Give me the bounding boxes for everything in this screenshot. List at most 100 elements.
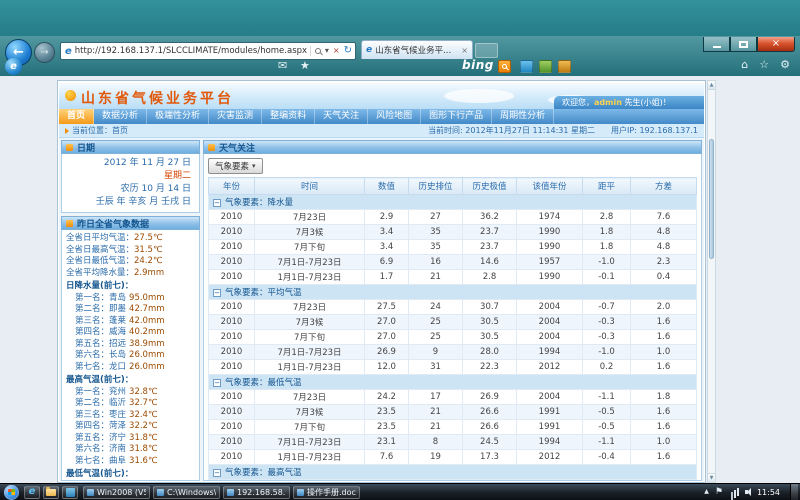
table-row[interactable]: 20107月23日27.52430.72004-0.72.0 bbox=[209, 300, 697, 315]
ganzhi-line: 壬辰 年 辛亥 月 壬戌 日 bbox=[70, 196, 191, 209]
taskbar-window-button[interactable]: 操作手册.docx -... bbox=[293, 486, 360, 499]
collapse-icon[interactable]: − bbox=[213, 199, 221, 207]
table-row[interactable]: 20107月23日31.52936.31955,1951-0.32.5 bbox=[209, 480, 697, 482]
rank-value: 95.0mm bbox=[129, 293, 165, 303]
home-button[interactable]: ⌂ bbox=[741, 59, 748, 70]
action-center-icon[interactable]: ⚑ bbox=[715, 488, 723, 497]
taskbar-clock[interactable]: 11:54 bbox=[757, 488, 780, 497]
column-header[interactable]: 年份 bbox=[209, 178, 255, 195]
summary-value: 27.5℃ bbox=[134, 233, 162, 243]
rank-label: 第四名： bbox=[75, 421, 109, 431]
column-header[interactable]: 数值 bbox=[365, 178, 409, 195]
mail-icon[interactable]: ✉ bbox=[278, 60, 287, 71]
table-row[interactable]: 20107月下旬23.52126.61991-0.51.6 bbox=[209, 420, 697, 435]
toolbar-app-icon-2[interactable] bbox=[539, 60, 552, 73]
toolbar-logo-button[interactable]: e bbox=[5, 58, 22, 75]
column-header[interactable]: 历史极值 bbox=[463, 178, 517, 195]
table-row[interactable]: 20107月3候3.43523.719901.84.8 bbox=[209, 225, 697, 240]
table-cell: 2010 bbox=[209, 480, 255, 482]
cloud-decoration bbox=[444, 89, 514, 103]
minimize-button[interactable] bbox=[703, 37, 730, 52]
stop-button[interactable]: × bbox=[333, 47, 340, 55]
table-row[interactable]: 20107月23日24.21726.92004-1.11.8 bbox=[209, 390, 697, 405]
tab-close-button[interactable]: × bbox=[461, 46, 468, 55]
nav-item[interactable]: 灾害监测 bbox=[209, 109, 262, 124]
close-icon: × bbox=[772, 39, 780, 49]
tab-favicon: e bbox=[366, 45, 372, 55]
forward-button[interactable]: → bbox=[34, 42, 55, 63]
page-scrollbar[interactable]: ▲ ▼ bbox=[707, 80, 716, 483]
scrollbar-thumb[interactable] bbox=[709, 139, 714, 259]
table-cell: 21 bbox=[409, 270, 463, 285]
table-row[interactable]: 20107月下旬27.02530.52004-0.31.6 bbox=[209, 330, 697, 345]
nav-item[interactable]: 周期性分析 bbox=[492, 109, 554, 124]
nav-item[interactable]: 首页 bbox=[59, 109, 94, 124]
rank-value: 31.8℃ bbox=[129, 444, 157, 454]
table-cell: -0.3 bbox=[583, 480, 631, 482]
collapse-icon[interactable]: − bbox=[213, 379, 221, 387]
speaker-icon[interactable] bbox=[745, 490, 748, 494]
table-section-row[interactable]: −气象要素：最低气温 bbox=[209, 375, 697, 390]
search-icon[interactable] bbox=[315, 48, 321, 54]
nav-item[interactable]: 天气关注 bbox=[315, 109, 368, 124]
table-row[interactable]: 20107月1日-7月23日26.9928.01994-1.01.0 bbox=[209, 345, 697, 360]
collapse-icon[interactable]: − bbox=[213, 289, 221, 297]
column-header[interactable]: 时间 bbox=[255, 178, 365, 195]
table-row[interactable]: 20107月下旬3.43523.719901.84.8 bbox=[209, 240, 697, 255]
toolbar-app-icon-1[interactable] bbox=[520, 60, 533, 73]
table-row[interactable]: 20101月1日-7月23日1.7212.81990-0.10.4 bbox=[209, 270, 697, 285]
nav-item[interactable]: 极端性分析 bbox=[147, 109, 209, 124]
element-filter-button[interactable]: 气象要素 ▾ bbox=[208, 158, 263, 174]
column-header[interactable]: 该值年份 bbox=[517, 178, 583, 195]
close-button[interactable]: × bbox=[757, 37, 795, 52]
ie-taskbar-button[interactable]: e bbox=[24, 486, 40, 499]
address-bar[interactable]: e http://192.168.137.1/SLCCLIMATE/module… bbox=[60, 42, 356, 60]
table-row[interactable]: 20101月1日-7月23日7.61917.32012-0.41.6 bbox=[209, 450, 697, 465]
nav-item[interactable]: 整编资料 bbox=[262, 109, 315, 124]
scroll-down-button[interactable]: ▼ bbox=[708, 473, 715, 482]
table-row[interactable]: 20107月23日2.92736.219742.87.6 bbox=[209, 210, 697, 225]
address-dropdown-caret[interactable]: ▾ bbox=[325, 47, 329, 55]
favorites-toolbar-icon[interactable]: ★ bbox=[300, 60, 310, 71]
date-panel-header: 日期 bbox=[61, 140, 200, 154]
tray-expand-button[interactable]: ▲ bbox=[704, 489, 709, 495]
taskbar-window-button[interactable]: Win2008 (V52... bbox=[83, 486, 150, 499]
new-tab-button[interactable] bbox=[475, 43, 498, 58]
table-section-row[interactable]: −气象要素：降水量 bbox=[209, 195, 697, 210]
table-cell: 7月23日 bbox=[255, 390, 365, 405]
nav-item[interactable]: 数据分析 bbox=[94, 109, 147, 124]
app-taskbar-button[interactable] bbox=[62, 486, 78, 499]
collapse-icon[interactable]: − bbox=[213, 469, 221, 477]
browser-tab[interactable]: e 山东省气候业务平... × bbox=[361, 40, 473, 59]
column-header[interactable]: 距平 bbox=[583, 178, 631, 195]
scroll-up-button[interactable]: ▲ bbox=[708, 81, 715, 90]
table-row[interactable]: 20107月3候23.52126.61991-0.51.6 bbox=[209, 405, 697, 420]
page-title: 山东省气候业务平台 bbox=[81, 88, 234, 108]
table-row[interactable]: 20107月3候27.02530.52004-0.31.6 bbox=[209, 315, 697, 330]
favorites-button[interactable]: ☆ bbox=[759, 59, 769, 70]
column-header[interactable]: 方差 bbox=[631, 178, 697, 195]
table-cell: 7月下旬 bbox=[255, 420, 365, 435]
table-section-row[interactable]: −气象要素：平均气温 bbox=[209, 285, 697, 300]
table-row[interactable]: 20101月1日-7月23日12.03122.320120.21.6 bbox=[209, 360, 697, 375]
table-row[interactable]: 20107月1日-7月23日6.91614.61957-1.02.3 bbox=[209, 255, 697, 270]
station-name: 曲阜 bbox=[109, 456, 126, 466]
network-icon[interactable] bbox=[737, 488, 739, 496]
table-cell: 1.8 bbox=[583, 225, 631, 240]
table-section-row[interactable]: −气象要素：最高气温 bbox=[209, 465, 697, 480]
nav-item[interactable]: 图形下行产品 bbox=[421, 109, 492, 124]
refresh-button[interactable]: ↻ bbox=[344, 46, 352, 56]
taskbar-window-button[interactable]: 192.168.58.99... bbox=[223, 486, 290, 499]
nav-item[interactable]: 风险地图 bbox=[368, 109, 421, 124]
show-desktop-button[interactable] bbox=[790, 484, 798, 500]
rank-item: 第一名：兖州32.8℃ bbox=[66, 387, 195, 399]
maximize-button[interactable] bbox=[730, 37, 757, 52]
explorer-taskbar-button[interactable] bbox=[43, 486, 59, 499]
tools-button[interactable]: ⚙ bbox=[780, 59, 790, 70]
toolbar-app-icon-3[interactable] bbox=[558, 60, 571, 73]
start-button[interactable] bbox=[4, 485, 19, 500]
column-header[interactable]: 历史排位 bbox=[409, 178, 463, 195]
taskbar-window-button[interactable]: C:\Windows\sys... bbox=[153, 486, 220, 499]
table-row[interactable]: 20107月1日-7月23日23.1824.51994-1.11.0 bbox=[209, 435, 697, 450]
bing-search-button[interactable] bbox=[498, 60, 511, 73]
